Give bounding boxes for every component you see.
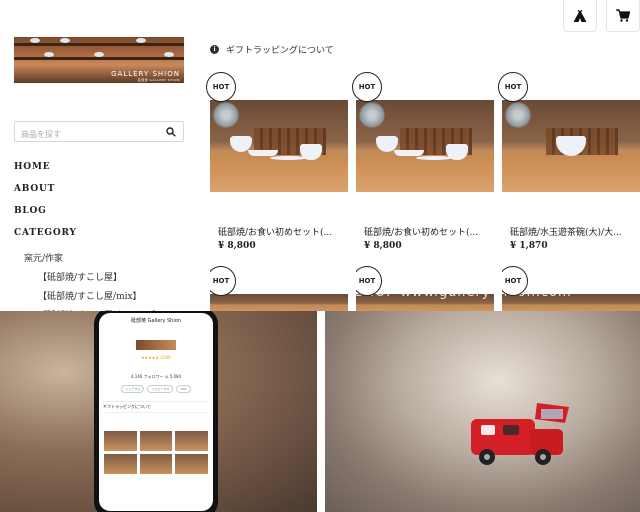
search-box [14,121,184,144]
shop-logo[interactable]: GALLERY SHION 延部焼 GALLERY SHION [14,37,184,83]
phone-screen-stats: 4,146 フォロワー ◎ 5,084 [130,374,182,379]
phone-photo: 砥部焼 Gallery Shion ★★★★★ (229) 4,146 フォロワ… [0,311,317,512]
nav-sub-item[interactable]: 【砥部焼/すこし屋/mix】 [14,288,161,307]
nav-category[interactable]: CATEGORY [14,228,161,250]
gift-wrapping-text: ギフトラッピングについて [226,46,334,56]
hot-badge: HOT [210,266,236,296]
product-image[interactable] [356,100,494,192]
smartphone: 砥部焼 Gallery Shion ★★★★★ (229) 4,146 フォロワ… [94,311,218,512]
cart-icon [616,9,630,22]
toy-car-photo [325,311,640,512]
hot-badge: HOT [352,72,382,102]
nav-sub-heading[interactable]: 窯元/作家 [14,250,161,269]
cart-button[interactable] [606,0,640,32]
product-card[interactable]: HOT [210,266,348,311]
hot-badge: HOT [498,72,528,102]
phone-screen-buttons: シェアする フォローする SNS [99,385,213,393]
logo-text: GALLERY SHION [111,70,180,78]
product-name[interactable]: 砥部焼/お食い初めセット(... [364,225,494,238]
photo-strip: 砥部焼 Gallery Shion ★★★★★ (229) 4,146 フォロワ… [0,311,640,512]
product-image[interactable] [210,294,348,311]
product-name[interactable]: 砥部焼/お食い初めセット(... [218,225,348,238]
side-nav: HOME ABOUT BLOG CATEGORY 窯元/作家 【砥部焼/すこし屋… [14,162,161,319]
nav-home[interactable]: HOME [14,162,161,184]
product-card[interactable]: HOT 砥部焼/お食い初めセット(... ¥ 8,800 [352,72,494,262]
gift-wrapping-link[interactable]: i ギフトラッピングについて [210,43,334,56]
phone-screen-title: 砥部焼 Gallery Shion [131,318,181,324]
nav-blog[interactable]: BLOG [14,206,161,228]
toy-car-image [471,403,569,465]
phone-screen-gift: ギフトラッピングについて [103,401,209,413]
nav-about[interactable]: ABOUT [14,184,161,206]
tent-button[interactable] [563,0,597,32]
product-price: ¥ 8,800 [218,241,256,251]
nav-sub-item[interactable]: 【砥部焼/すこし屋】 [14,269,161,288]
phone-share-button: シェアする [121,385,145,393]
hot-badge: HOT [206,72,236,102]
product-image[interactable] [210,100,348,192]
search-input[interactable] [15,125,155,144]
product-card[interactable]: HOT 砥部焼/お食い初めセット(... ¥ 8,800 [206,72,348,262]
product-card[interactable]: HOT 砥部焼/水玉遊茶碗(大)/大... ¥ 1,870 [498,72,640,262]
tent-icon [573,9,587,22]
phone-screen-rating: ★★★★★ (229) [141,355,171,360]
phone-follow-button: フォローする [147,385,174,393]
watermark-text: SHOP www.gallery-shion.com [355,285,572,300]
product-image[interactable] [502,100,640,192]
info-icon: i [210,45,219,54]
product-price: ¥ 1,870 [510,241,548,251]
phone-screen-logo [136,340,176,350]
phone-screen: 砥部焼 Gallery Shion ★★★★★ (229) 4,146 フォロワ… [99,313,213,511]
search-icon[interactable] [166,127,176,137]
product-name[interactable]: 砥部焼/水玉遊茶碗(大)/大... [510,225,640,238]
phone-screen-grid [104,431,208,474]
logo-subtext: 延部焼 GALLERY SHION [137,78,180,82]
phone-sns-button: SNS [176,385,191,393]
product-price: ¥ 8,800 [364,241,402,251]
